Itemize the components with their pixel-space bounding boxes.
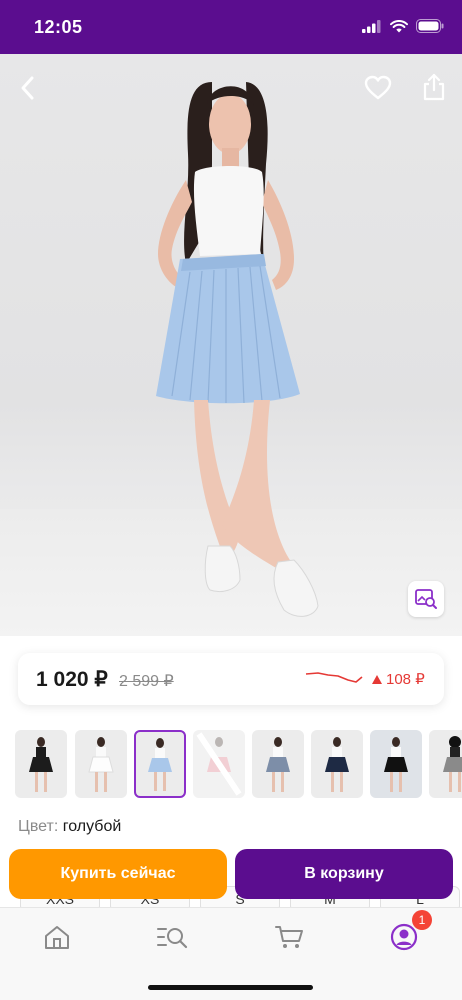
current-price: 1 020 ₽ — [36, 668, 108, 691]
visual-search-button[interactable] — [408, 581, 444, 617]
cart-icon — [275, 926, 303, 948]
old-price: 2 599 ₽ — [119, 673, 174, 690]
variant-thumbnail[interactable] — [75, 730, 127, 798]
buy-now-button[interactable]: Купить сейчас — [9, 849, 227, 899]
status-bar: 12:05 — [0, 0, 462, 54]
price-history-sparkline — [305, 672, 363, 683]
back-button[interactable] — [10, 70, 46, 106]
variant-thumbnail[interactable] — [429, 730, 462, 798]
add-to-cart-button[interactable]: В корзину — [235, 849, 453, 899]
variant-thumbnail-selected[interactable] — [134, 730, 186, 798]
signal-icon — [362, 19, 381, 33]
nav-cart[interactable] — [269, 920, 309, 954]
nav-home[interactable] — [37, 920, 77, 954]
model-illustration — [156, 82, 319, 617]
favorite-button[interactable] — [360, 70, 396, 106]
chevron-left-icon — [21, 76, 34, 100]
arrow-up-icon — [372, 674, 382, 684]
image-search-icon — [415, 589, 437, 609]
home-indicator — [148, 985, 313, 990]
variant-thumbnail[interactable] — [252, 730, 304, 798]
catalog-search-icon — [157, 928, 188, 949]
variant-thumbnail[interactable] — [370, 730, 422, 798]
color-variants-strip — [0, 730, 462, 802]
status-time: 12:05 — [34, 17, 83, 37]
wifi-icon — [390, 19, 408, 32]
variant-thumbnail[interactable] — [193, 730, 245, 798]
battery-icon — [416, 19, 444, 33]
variant-thumbnail[interactable] — [311, 730, 363, 798]
price-card[interactable]: 1 020 ₽ 2 599 ₽ 108 ₽ — [18, 653, 444, 705]
variant-thumbnail[interactable] — [15, 730, 67, 798]
heart-icon — [364, 75, 392, 100]
status-icons — [362, 19, 444, 33]
profile-icon — [390, 923, 418, 951]
color-key: Цвет: — [18, 818, 59, 835]
price-change: 108 ₽ — [372, 670, 425, 688]
profile-notification-badge: 1 — [412, 910, 432, 930]
share-button[interactable] — [416, 69, 452, 105]
share-icon — [423, 73, 445, 101]
home-icon — [45, 926, 69, 949]
price-change-value: 108 ₽ — [386, 671, 425, 688]
nav-catalog[interactable] — [152, 920, 192, 954]
color-value: голубой — [62, 818, 122, 835]
product-hero-image[interactable] — [0, 54, 462, 636]
color-label: Цвет: голубой — [18, 818, 121, 836]
